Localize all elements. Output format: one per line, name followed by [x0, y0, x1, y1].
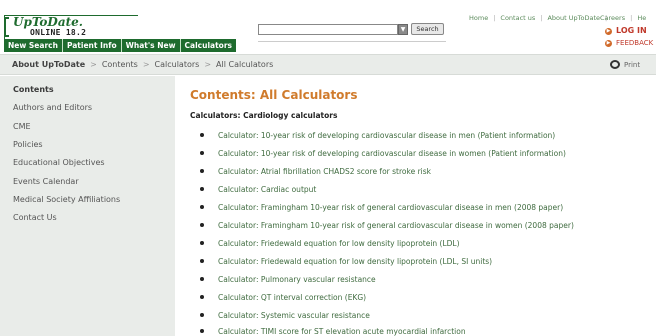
- divider: [258, 41, 446, 42]
- bullet-icon: [200, 313, 204, 317]
- main-nav: New Search Patient Info What's New Calcu…: [4, 39, 237, 52]
- list-item[interactable]: Calculator: Pulmonary vascular resistanc…: [200, 275, 376, 284]
- sidebar: Contents Authors and Editors CME Policie…: [0, 76, 175, 336]
- nav-patient-info[interactable]: Patient Info: [63, 39, 122, 52]
- bullet-icon: [200, 133, 204, 137]
- sidebar-item-authors[interactable]: Authors and Editors: [13, 103, 92, 112]
- careers-link[interactable]: Careers: [600, 14, 625, 22]
- bullet-icon: [200, 151, 204, 155]
- sidebar-item-affiliations[interactable]: Medical Society Affiliations: [13, 195, 120, 204]
- sidebar-item-cme[interactable]: CME: [13, 122, 31, 131]
- bullet-icon: [200, 277, 204, 281]
- list-item[interactable]: Calculator: Systemic vascular resistance: [200, 311, 370, 320]
- logo-version: ONLINE 18.2: [30, 28, 87, 37]
- breadcrumb-contents[interactable]: Contents: [102, 60, 138, 69]
- section-title: Calculators: Cardiology calculators: [190, 111, 338, 120]
- calculator-link: Calculator: 10-year risk of developing c…: [218, 131, 556, 140]
- logo-bracket-icon: [4, 17, 9, 37]
- nav-new-search[interactable]: New Search: [4, 39, 63, 52]
- contact-us-link[interactable]: Contact us: [500, 14, 535, 22]
- list-item[interactable]: Calculator: Friedewald equation for low …: [200, 239, 460, 248]
- help-link[interactable]: He: [637, 14, 646, 22]
- dropdown-arrow-icon[interactable]: ▼: [398, 24, 408, 35]
- about-link[interactable]: About UpToDate: [547, 14, 600, 22]
- list-item[interactable]: Calculator: Friedewald equation for low …: [200, 257, 492, 266]
- breadcrumb-current: All Calculators: [216, 60, 274, 69]
- list-item[interactable]: Calculator: 10-year risk of developing c…: [200, 131, 555, 140]
- bullet-arrow-icon: ▶: [605, 40, 612, 47]
- breadcrumb-separator: >: [90, 60, 97, 69]
- breadcrumb-separator: >: [204, 60, 212, 69]
- sidebar-item-events[interactable]: Events Calendar: [13, 177, 79, 186]
- bullet-icon: [200, 295, 204, 299]
- sidebar-item-contact[interactable]: Contact Us: [13, 213, 57, 222]
- list-item[interactable]: Calculator: Framingham 10-year risk of g…: [200, 221, 574, 230]
- sidebar-item-contents[interactable]: Contents: [13, 85, 54, 94]
- bullet-icon: [200, 169, 204, 173]
- search-button[interactable]: Search: [411, 23, 444, 35]
- right-links: Careers | He: [600, 14, 646, 22]
- sidebar-item-objectives[interactable]: Educational Objectives: [13, 158, 105, 167]
- separator: |: [493, 14, 496, 22]
- sidebar-item-policies[interactable]: Policies: [13, 140, 43, 149]
- page-title: Contents: All Calculators: [190, 88, 358, 102]
- list-item[interactable]: Calculator: Framingham 10-year risk of g…: [200, 203, 563, 212]
- separator: |: [630, 14, 633, 22]
- calculator-link: Calculator: Pulmonary vascular resistanc…: [218, 275, 376, 284]
- bullet-icon: [200, 241, 204, 245]
- home-link[interactable]: Home: [469, 14, 488, 22]
- list-item[interactable]: Calculator: Atrial fibrillation CHADS2 s…: [200, 167, 431, 176]
- calculator-link: Calculator: Cardiac output: [218, 185, 317, 194]
- list-item[interactable]: Calculator: 10-year risk of developing c…: [200, 149, 566, 158]
- calculator-link: Calculator: Friedewald equation for low …: [218, 239, 460, 248]
- feedback-link[interactable]: ▶ FEEDBACK: [605, 39, 653, 47]
- nav-calculators[interactable]: Calculators: [181, 39, 236, 52]
- top-links: Home | Contact us | About UpToDate |: [469, 14, 612, 22]
- print-button[interactable]: Print: [610, 60, 640, 69]
- breadcrumb: About UpToDate > Contents > Calculators > All …: [12, 60, 273, 69]
- calculator-link: Calculator: TIMI score for ST elevation …: [218, 327, 466, 336]
- logo-title[interactable]: UpToDate.: [13, 15, 83, 29]
- print-label: Print: [624, 61, 641, 69]
- bullet-icon: [200, 259, 204, 263]
- bullet-icon: [200, 205, 204, 209]
- list-item[interactable]: Calculator: Cardiac output: [200, 185, 316, 194]
- calculator-link: Calculator: Framingham 10-year risk of g…: [218, 203, 564, 212]
- bullet-icon: [200, 223, 204, 227]
- calculator-link: Calculator: Framingham 10-year risk of g…: [218, 221, 574, 230]
- print-icon: [610, 60, 620, 69]
- calculator-link: Calculator: Systemic vascular resistance: [218, 311, 370, 320]
- calculator-link: Calculator: 10-year risk of developing c…: [218, 149, 566, 158]
- login-label: LOG IN: [616, 26, 647, 35]
- bullet-icon: [200, 329, 204, 333]
- list-item[interactable]: Calculator: TIMI score for ST elevation …: [200, 327, 466, 336]
- bullet-icon: [200, 187, 204, 191]
- login-link[interactable]: ▶ LOG IN: [605, 26, 647, 35]
- search-input[interactable]: [258, 24, 398, 35]
- nav-whats-new[interactable]: What's New: [122, 39, 181, 52]
- feedback-label: FEEDBACK: [616, 39, 654, 47]
- separator: |: [540, 14, 543, 22]
- list-item[interactable]: Calculator: QT interval correction (EKG): [200, 293, 366, 302]
- calculator-link: Calculator: QT interval correction (EKG): [218, 293, 367, 302]
- breadcrumb-bar: About UpToDate > Contents > Calculators > All …: [0, 54, 656, 75]
- calculator-link: Calculator: Atrial fibrillation CHADS2 s…: [218, 167, 431, 176]
- bullet-arrow-icon: ▶: [605, 28, 612, 35]
- breadcrumb-separator: >: [142, 60, 150, 69]
- breadcrumb-calculators[interactable]: Calculators: [155, 60, 200, 69]
- header: UpToDate. ONLINE 18.2 New Search Patient…: [0, 0, 656, 54]
- calculator-link: Calculator: Friedewald equation for low …: [218, 257, 493, 266]
- breadcrumb-root[interactable]: About UpToDate: [12, 60, 85, 69]
